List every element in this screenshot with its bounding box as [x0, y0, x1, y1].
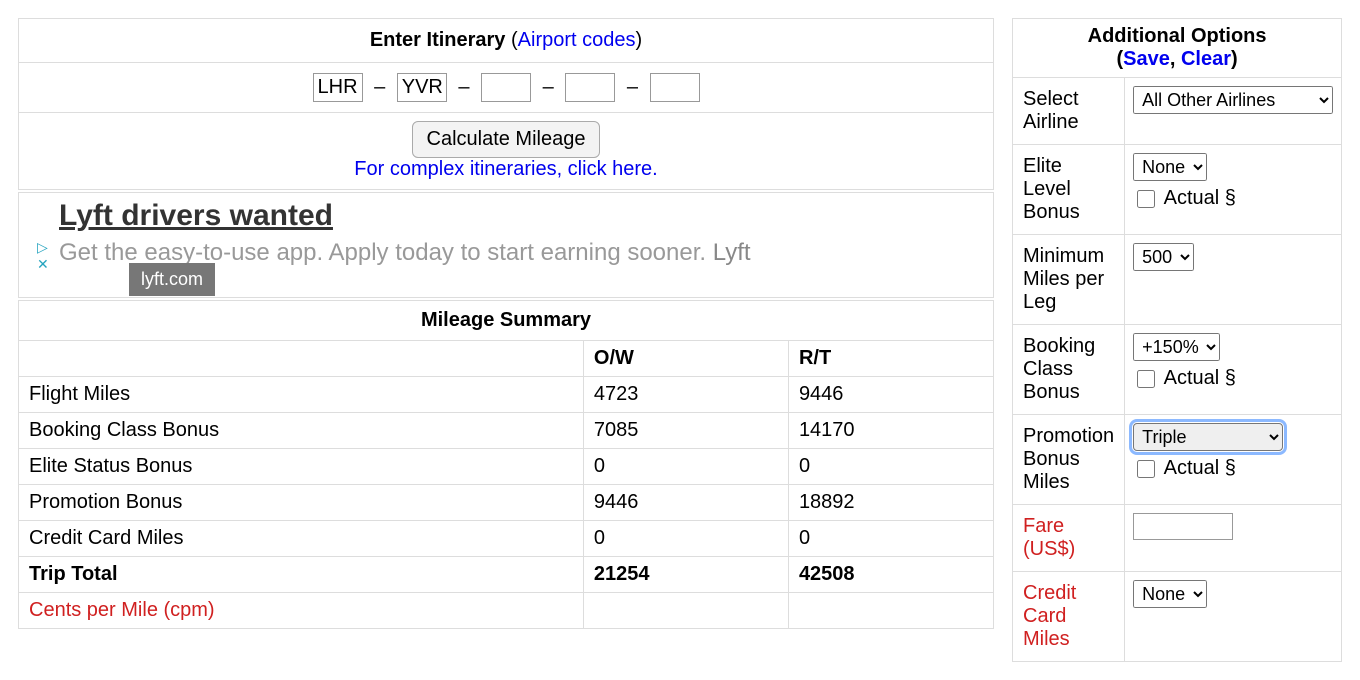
summary-row-label: Credit Card Miles [19, 521, 584, 557]
promo-actual-label[interactable]: Actual § [1133, 457, 1236, 479]
booking-actual-checkbox[interactable] [1137, 370, 1155, 388]
summary-row-ow: 0 [583, 449, 788, 485]
clear-link[interactable]: Clear [1181, 48, 1231, 70]
segment-5-input[interactable] [650, 73, 700, 102]
summary-row-ow: 21254 [583, 557, 788, 593]
segment-1-input[interactable] [313, 73, 363, 102]
itinerary-segments: – – – – [19, 63, 994, 113]
summary-row-ow: 9446 [583, 485, 788, 521]
mileage-summary-table: Mileage Summary O/W R/T Flight Miles4723… [18, 300, 994, 629]
summary-row-rt: 0 [788, 521, 993, 557]
promo-label: Promotion Bonus Miles [1013, 415, 1125, 505]
itinerary-title: Enter Itinerary [370, 29, 506, 51]
summary-row-ow: 4723 [583, 377, 788, 413]
summary-row-rt: 0 [788, 449, 993, 485]
ad-url-tooltip: lyft.com [129, 263, 215, 296]
summary-header-ow: O/W [583, 341, 788, 377]
promo-actual-checkbox[interactable] [1137, 460, 1155, 478]
booking-label: Booking Class Bonus [1013, 325, 1125, 415]
itinerary-panel: Enter Itinerary (Airport codes) – – – – [18, 18, 994, 190]
elite-actual-checkbox[interactable] [1137, 190, 1155, 208]
cc-select[interactable]: None [1133, 580, 1207, 608]
summary-title: Mileage Summary [19, 301, 994, 341]
airline-select[interactable]: All Other Airlines [1133, 86, 1333, 114]
save-link[interactable]: Save [1123, 48, 1170, 70]
segment-separator: – [543, 76, 554, 98]
calculate-mileage-button[interactable]: Calculate Mileage [412, 121, 601, 158]
minmiles-label: Minimum Miles per Leg [1013, 235, 1125, 325]
summary-row-rt: 14170 [788, 413, 993, 449]
options-header: Additional Options (Save, Clear) [1013, 19, 1342, 78]
summary-header-blank [19, 341, 584, 377]
segment-separator: – [627, 76, 638, 98]
summary-row-label: Booking Class Bonus [19, 413, 584, 449]
summary-row-ow: 7085 [583, 413, 788, 449]
summary-row-ow [583, 593, 788, 629]
ad-brand: Lyft [713, 239, 751, 266]
summary-row-rt: 18892 [788, 485, 993, 521]
booking-select[interactable]: +150% [1133, 333, 1220, 361]
segment-4-input[interactable] [565, 73, 615, 102]
cc-label: Credit Card Miles [1013, 572, 1125, 662]
summary-row-label: Elite Status Bonus [19, 449, 584, 485]
segment-3-input[interactable] [481, 73, 531, 102]
summary-row-rt [788, 593, 993, 629]
adchoices-info-icon[interactable]: ▷ [37, 239, 48, 255]
summary-header-rt: R/T [788, 341, 993, 377]
summary-row-label: Cents per Mile (cpm) [19, 593, 584, 629]
summary-row-label: Flight Miles [19, 377, 584, 413]
summary-row-label: Promotion Bonus [19, 485, 584, 521]
ad-body-text: Get the easy-to-use app. Apply today to … [59, 239, 706, 266]
airport-codes-link[interactable]: Airport codes [518, 29, 636, 51]
fare-label: Fare (US$) [1013, 505, 1125, 572]
ad-banner[interactable]: ▷ ✕ Lyft drivers wanted Get the easy-to-… [18, 192, 994, 298]
booking-actual-label[interactable]: Actual § [1133, 367, 1236, 389]
summary-row-rt: 9446 [788, 377, 993, 413]
elite-actual-label[interactable]: Actual § [1133, 187, 1236, 209]
airline-label: Select Airline [1013, 78, 1125, 145]
summary-row-ow: 0 [583, 521, 788, 557]
additional-options-panel: Additional Options (Save, Clear) Select … [1012, 18, 1342, 662]
itinerary-header: Enter Itinerary (Airport codes) [19, 19, 994, 63]
fare-input[interactable] [1133, 513, 1233, 540]
minmiles-select[interactable]: 500 [1133, 243, 1194, 271]
elite-label: Elite Level Bonus [1013, 145, 1125, 235]
summary-row-rt: 42508 [788, 557, 993, 593]
adchoices-close-icon[interactable]: ✕ [37, 256, 49, 272]
summary-row-label: Trip Total [19, 557, 584, 593]
complex-itineraries-link[interactable]: For complex itineraries, click here. [354, 158, 657, 180]
elite-select[interactable]: None [1133, 153, 1207, 181]
adchoices-icons[interactable]: ▷ ✕ [37, 239, 49, 273]
options-title: Additional Options [1088, 25, 1267, 47]
segment-separator: – [458, 76, 469, 98]
ad-title[interactable]: Lyft drivers wanted [59, 199, 981, 233]
segment-separator: – [374, 76, 385, 98]
promo-select[interactable]: Triple [1133, 423, 1283, 451]
segment-2-input[interactable] [397, 73, 447, 102]
